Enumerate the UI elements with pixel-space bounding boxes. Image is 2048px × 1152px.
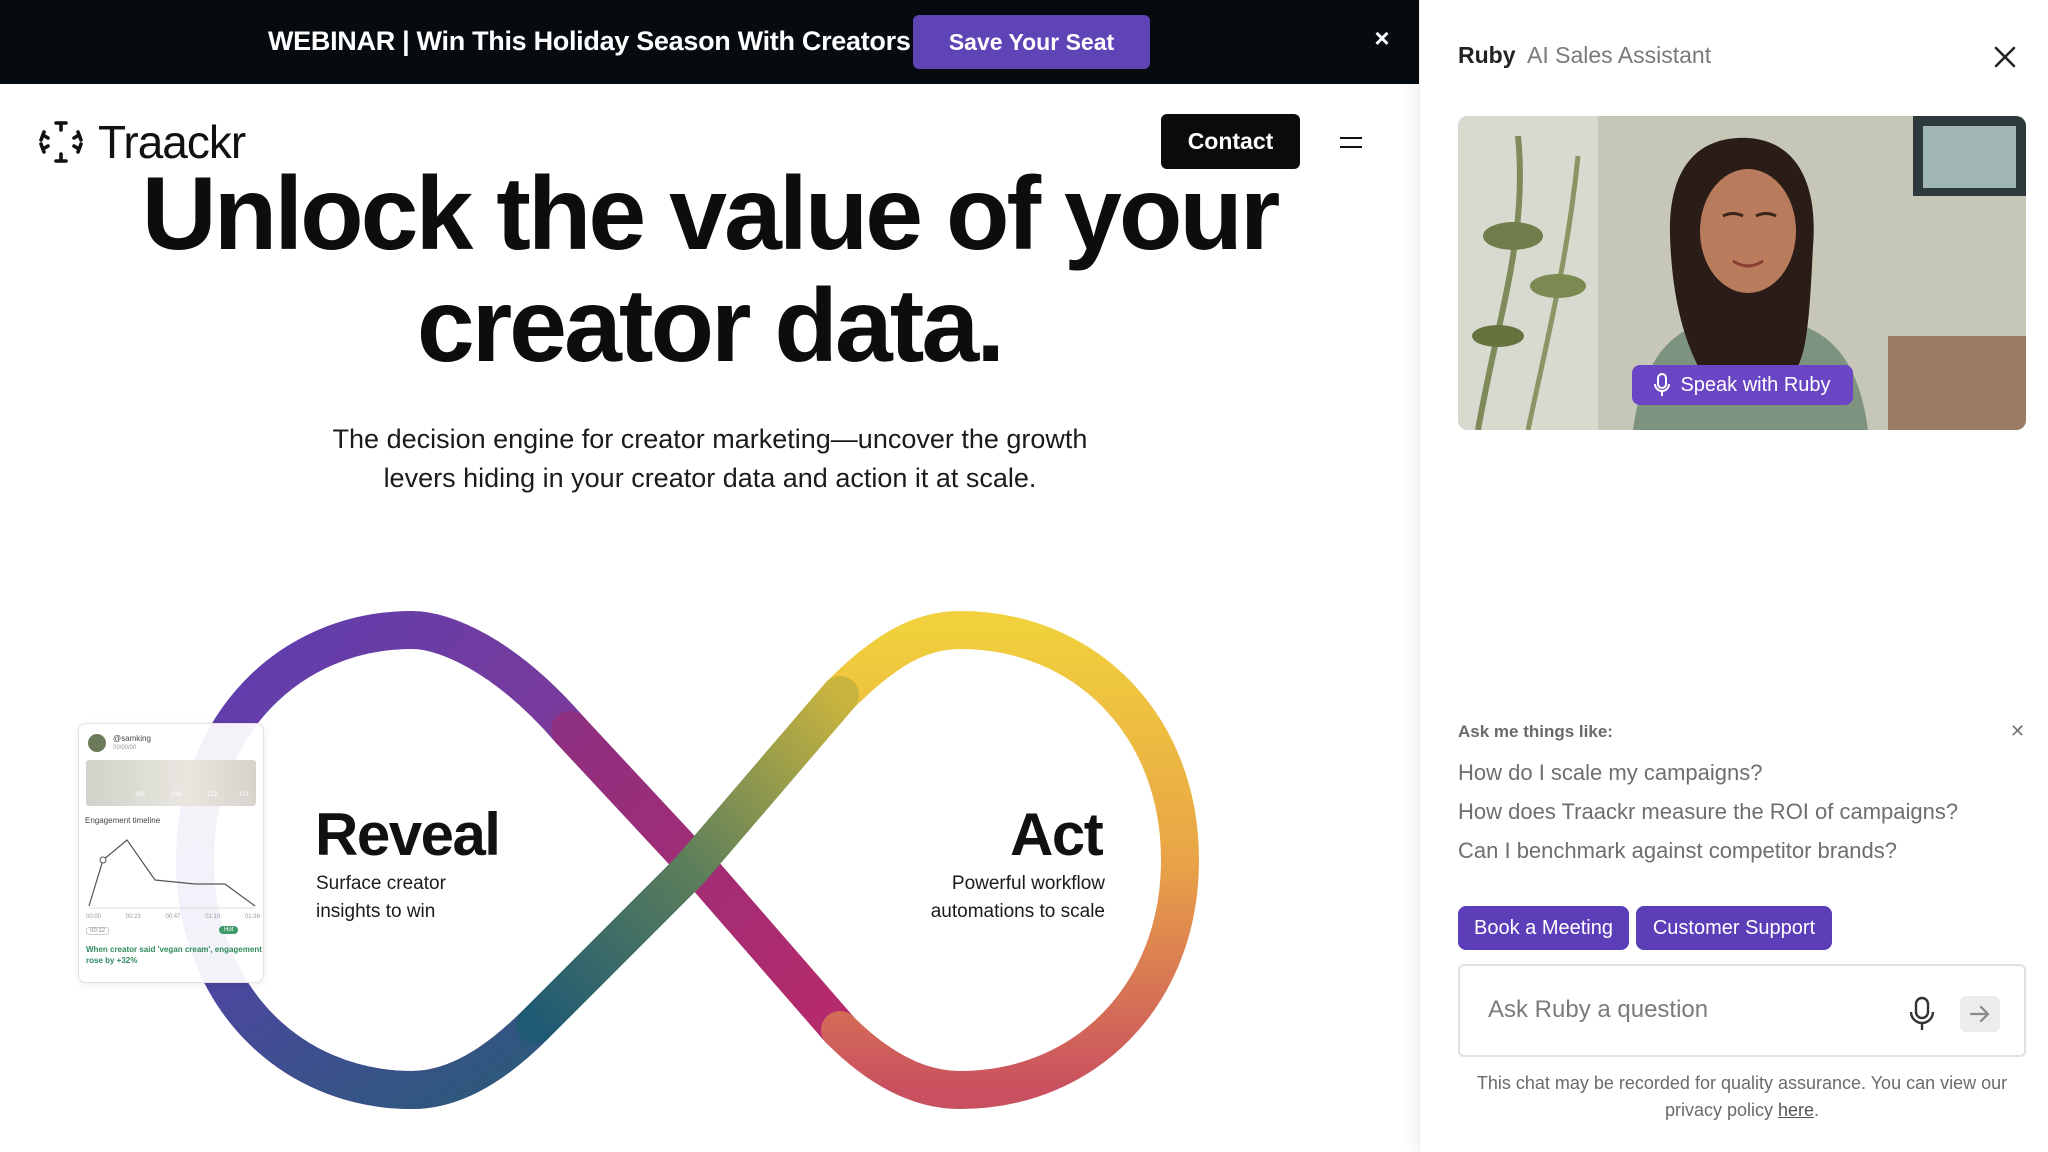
post-date: 00/00/00: [113, 745, 137, 751]
engagement-note: When creator said 'vegan cream', engagem…: [86, 945, 262, 965]
microphone-icon: [1654, 373, 1671, 396]
stat-views: 435: [135, 792, 146, 798]
hot-badge: Hot: [219, 926, 239, 934]
timeline-label: Engagement timeline: [85, 816, 161, 825]
ai-chat-panel: Ruby AI Sales Assistant Speak with Ruby …: [1419, 0, 2048, 1152]
reveal-subtitle-line-2: insights to win: [316, 901, 436, 922]
chat-input-box: [1458, 964, 2026, 1057]
act-subtitle: Powerful workflow automations to scale: [880, 870, 1105, 926]
contact-button[interactable]: Contact: [1161, 114, 1300, 169]
hero-title: Unlock the value of your creator data.: [0, 158, 1419, 382]
banner-close-icon[interactable]: ×: [1370, 25, 1394, 51]
privacy-policy-link[interactable]: here: [1778, 1100, 1814, 1120]
stat-likes: 123: [207, 792, 218, 798]
suggestion-item[interactable]: How does Traackr measure the ROI of camp…: [1458, 799, 1958, 825]
hero-subtitle: The decision engine for creator marketin…: [300, 420, 1120, 498]
tick-label: 01:38: [244, 914, 260, 920]
chat-disclaimer: This chat may be recorded for quality as…: [1458, 1070, 2026, 1124]
close-icon[interactable]: [1992, 44, 2018, 70]
act-subtitle-line-2: automations to scale: [930, 901, 1105, 922]
traackr-logo[interactable]: Traackr: [38, 116, 246, 168]
hero-subtitle-line-1: The decision engine for creator marketin…: [332, 424, 1088, 454]
assistant-video[interactable]: Speak with Ruby: [1458, 116, 2026, 430]
send-button[interactable]: [1960, 996, 2000, 1032]
engagement-sparkline: [88, 839, 256, 909]
chat-input[interactable]: [1488, 990, 1908, 1030]
promo-banner: WEBINAR | Win This Holiday Season With C…: [0, 0, 1419, 84]
act-subtitle-line-1: Powerful workflow: [951, 873, 1105, 894]
reveal-subtitle: Surface creator insights to win: [316, 870, 446, 926]
post-thumbnail: [86, 760, 256, 806]
assistant-role: AI Sales Assistant: [1527, 42, 1712, 68]
hero-title-line-2: creator data.: [416, 268, 1005, 384]
banner-text: WEBINAR | Win This Holiday Season With C…: [268, 26, 911, 56]
suggestion-item[interactable]: Can I benchmark against competitor brand…: [1458, 838, 1897, 864]
disclaimer-text: This chat may be recorded for quality as…: [1476, 1073, 2008, 1120]
hamburger-icon[interactable]: [1338, 132, 1368, 154]
assistant-name: Ruby: [1458, 42, 1516, 68]
creator-avatar: [88, 734, 106, 752]
save-seat-button[interactable]: Save Your Seat: [913, 15, 1150, 69]
creator-handle: @samking: [113, 734, 151, 743]
tick-label: 01:10: [205, 914, 221, 920]
timeline-ticks: 00:00 00:23 00:47 01:10 01:38: [86, 914, 260, 920]
speak-with-ruby-label: Speak with Ruby: [1680, 373, 1831, 396]
hero-title-line-1: Unlock the value of your: [141, 156, 1281, 272]
logo-text: Traackr: [98, 116, 246, 168]
engagement-card: @samking 00/00/00 435 218 123 101 Engage…: [78, 723, 264, 983]
suggestions-heading: Ask me things like:: [1458, 722, 1613, 741]
disclaimer-end: .: [1814, 1100, 1820, 1120]
stat-saves: 101: [239, 792, 250, 798]
screen: WEBINAR | Win This Holiday Season With C…: [0, 0, 2048, 1152]
hero-subtitle-line-2: levers hiding in your creator data and a…: [383, 463, 1037, 493]
act-title: Act: [1010, 801, 1104, 868]
reveal-title: Reveal: [315, 801, 501, 868]
customer-support-button[interactable]: Customer Support: [1636, 906, 1832, 950]
website: WEBINAR | Win This Holiday Season With C…: [0, 0, 1419, 1152]
tick-label: 00:23: [125, 914, 141, 920]
tick-label: 00:47: [165, 914, 181, 920]
arrow-right-icon: [1969, 1005, 1990, 1023]
moment-timestamp: 00:12: [86, 927, 110, 935]
suggestion-item[interactable]: How do I scale my campaigns?: [1458, 760, 1762, 786]
book-meeting-button[interactable]: Book a Meeting: [1458, 906, 1629, 950]
traackr-logo-icon: [39, 121, 83, 163]
speak-with-ruby-button[interactable]: Speak with Ruby: [1632, 365, 1853, 405]
reveal-subtitle-line-1: Surface creator: [316, 873, 446, 894]
dismiss-suggestions-icon[interactable]: ✕: [2010, 721, 2025, 742]
microphone-icon[interactable]: [1908, 996, 1936, 1032]
stat-comments: 218: [171, 792, 182, 798]
tick-label: 00:00: [86, 914, 102, 920]
